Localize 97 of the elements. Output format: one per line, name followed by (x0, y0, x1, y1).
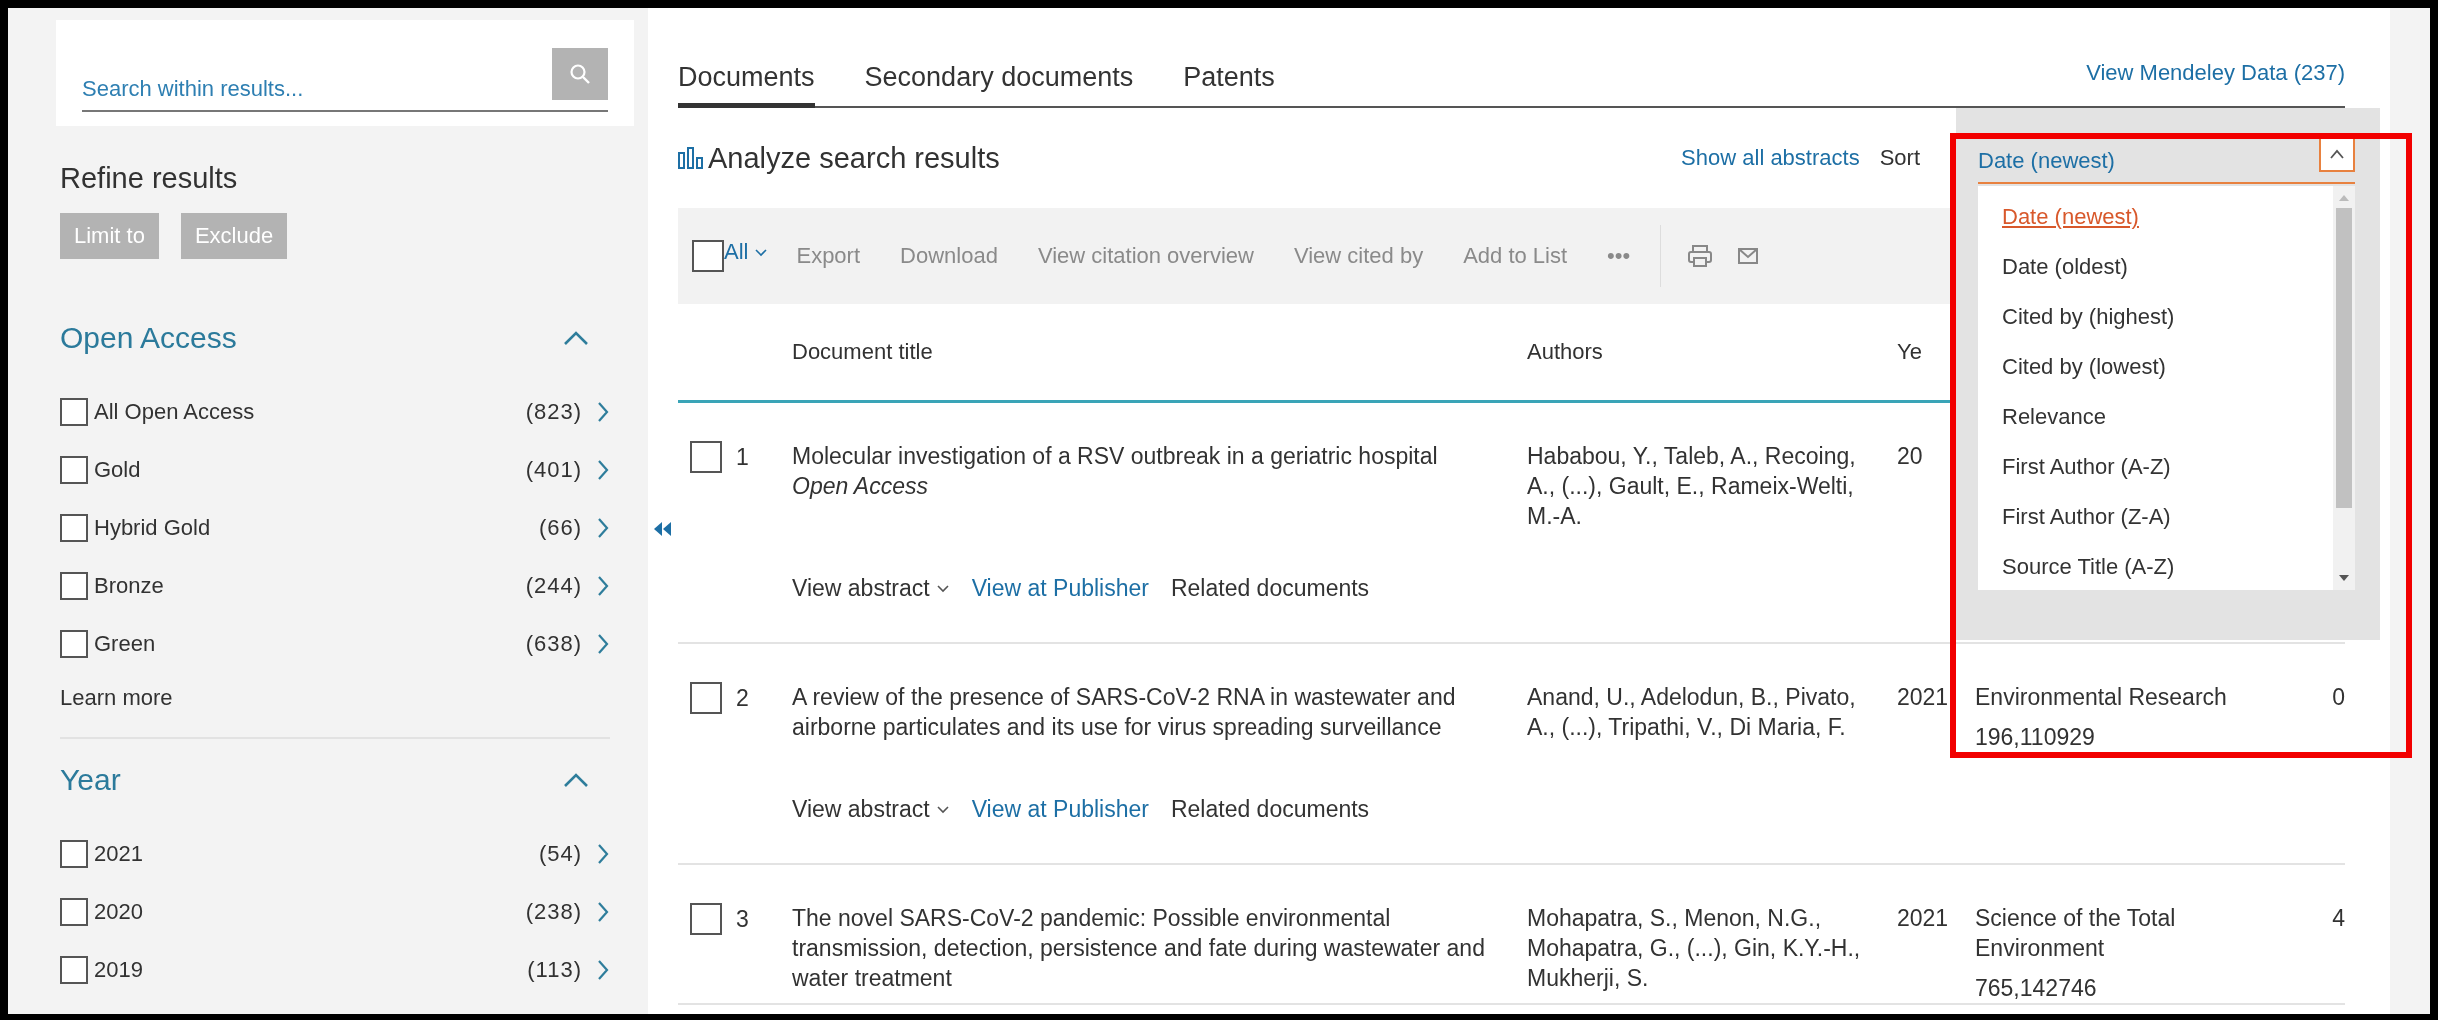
view-abstract-toggle[interactable]: View abstract (792, 796, 950, 823)
checkbox[interactable] (60, 898, 88, 926)
sort-option[interactable]: Cited by (lowest) (2002, 342, 2333, 392)
facet-option: All Open Access (94, 399, 526, 425)
chevron-right-icon[interactable] (596, 900, 610, 924)
tab[interactable]: Documents (678, 62, 815, 108)
column-header[interactable]: Authors (1527, 339, 1897, 365)
facet-option: 2021 (94, 841, 539, 867)
envelope-icon[interactable] (1737, 246, 1760, 266)
row-checkbox[interactable] (690, 682, 722, 714)
checkbox[interactable] (60, 514, 88, 542)
collapse-caret-icon[interactable] (562, 329, 590, 347)
chevron-right-icon[interactable] (596, 842, 610, 866)
chevron-down-icon (754, 248, 769, 258)
refine-title: Refine results (60, 162, 239, 195)
chevron-down-icon (935, 804, 950, 815)
scroll-down-arrow-icon[interactable] (2338, 574, 2350, 582)
year-cell-text: 2021 (1897, 683, 1950, 712)
document-title[interactable]: The novel SARS-CoV-2 pandemic: Possible environmental transmission, detection, persistence and fate during wastewater and water treatment (792, 903, 1487, 993)
row-checkbox[interactable] (690, 441, 722, 473)
checkbox[interactable] (60, 630, 88, 658)
scrollbar[interactable] (2333, 186, 2355, 590)
chevron-right-icon[interactable] (596, 458, 610, 482)
facet-count: (238) (525, 899, 582, 925)
sort-label: Sort (1879, 145, 1920, 171)
collapse-caret-icon[interactable] (562, 771, 590, 789)
bar-chart-icon[interactable] (678, 147, 704, 169)
select-all-dropdown[interactable]: All (724, 239, 769, 265)
view-abstract-toggle[interactable]: View abstract (792, 575, 950, 602)
document-title[interactable]: Molecular investigation of a RSV outbreak in a geriatric hospital (792, 441, 1487, 471)
facet-count: (244) (525, 573, 582, 599)
sort-option[interactable]: Source Title (A-Z) (2002, 542, 2333, 590)
facet-count: (638) (525, 631, 582, 657)
show-abstracts-link[interactable]: Show all abstracts (1681, 145, 1860, 171)
chevron-down-icon (935, 583, 950, 594)
row-number: 2 (736, 684, 749, 713)
tab[interactable]: Patents (1183, 62, 1275, 108)
related-documents-link[interactable]: Related documents (1170, 575, 1370, 602)
checkbox[interactable] (60, 572, 88, 600)
checkbox[interactable] (60, 456, 88, 484)
mendeley-data-link[interactable]: View Mendeley Data (237) (2086, 60, 2345, 106)
facet-option: Gold (94, 457, 526, 483)
checkbox[interactable] (60, 956, 88, 984)
chevron-right-icon[interactable] (596, 516, 610, 540)
year-cell-text: 2021 (1897, 904, 1950, 933)
row-checkbox[interactable] (690, 903, 722, 935)
chevron-right-icon[interactable] (596, 632, 610, 656)
facet-option: 2020 (94, 899, 526, 925)
source-title: Environmental Research (1975, 683, 2228, 712)
facet-count: (66) (538, 515, 582, 541)
facet-count: (401) (525, 457, 582, 483)
column-header[interactable]: Document title (792, 339, 1527, 365)
document-title[interactable]: A review of the presence of SARS-CoV-2 RNA in wastewater and airborne particulates and its use for virus spreading surveillance (792, 682, 1487, 742)
facet-title: Year (60, 763, 121, 797)
facet-title: Open Access (60, 321, 237, 355)
facet-option: 2019 (94, 957, 528, 983)
facet-option: Bronze (94, 573, 526, 599)
facet-count: (54) (538, 841, 582, 867)
row-number: 3 (736, 905, 749, 934)
select-all-checkbox[interactable] (692, 240, 724, 272)
publisher-link[interactable]: View at Publisher (971, 796, 1149, 823)
checkbox[interactable] (60, 398, 88, 426)
authors-cell-text: Mohapatra, S., Menon, N.G., Mohapatra, G., (...), Gin, K.Y.-H., Mukherji, S. (1527, 904, 1862, 993)
cited-count: 0 (2331, 683, 2345, 712)
chevron-right-icon[interactable] (596, 574, 610, 598)
sort-option[interactable]: Relevance (2002, 392, 2333, 442)
learn-more-link[interactable]: Learn more (60, 685, 610, 711)
facet-option: Hybrid Gold (94, 515, 539, 541)
chevron-right-icon[interactable] (596, 958, 610, 982)
double-chevron-left-icon[interactable] (652, 520, 674, 538)
sort-select[interactable]: Date (newest) (1978, 108, 2355, 184)
authors-cell-text: Anand, U., Adelodun, B., Pivato, A., (...), Tripathi, V., Di Maria, F. (1527, 683, 1857, 742)
sort-option[interactable]: Date (newest) (2002, 192, 2333, 242)
search-field[interactable]: Search within results... (82, 76, 552, 106)
source-volume: 765,142746 (1975, 974, 2098, 1003)
analyze-results-link[interactable]: Analyze search results (708, 141, 1000, 175)
sort-option[interactable]: First Author (A-Z) (2002, 442, 2333, 492)
facet-count: (113) (527, 957, 582, 983)
year-cell-text: 20 (1897, 442, 1924, 471)
row-number: 1 (736, 443, 749, 472)
facet-count: (823) (525, 399, 582, 425)
sort-option[interactable]: Date (oldest) (2002, 242, 2333, 292)
chevron-right-icon[interactable] (596, 400, 610, 424)
cited-count: 4 (2331, 904, 2345, 933)
source-title: Science of the Total Environment (1975, 904, 2177, 963)
access-label: Open Access (792, 472, 929, 501)
related-documents-link[interactable]: Related documents (1170, 796, 1370, 823)
sort-option[interactable]: First Author (Z-A) (2002, 492, 2333, 542)
sort-option[interactable]: Cited by (highest) (2002, 292, 2333, 342)
facet-option: Green (94, 631, 526, 657)
tab[interactable]: Secondary documents (864, 62, 1134, 108)
source-volume: 196,110929 (1975, 723, 2096, 752)
authors-cell-text: Hababou, Y., Taleb, A., Recoing, A., (...), Gault, E., Rameix-Welti, M.-A. (1527, 442, 1857, 531)
printer-icon[interactable] (1687, 244, 1714, 268)
checkbox[interactable] (60, 840, 88, 868)
search-icon (569, 63, 591, 85)
publisher-link[interactable]: View at Publisher (971, 575, 1149, 602)
